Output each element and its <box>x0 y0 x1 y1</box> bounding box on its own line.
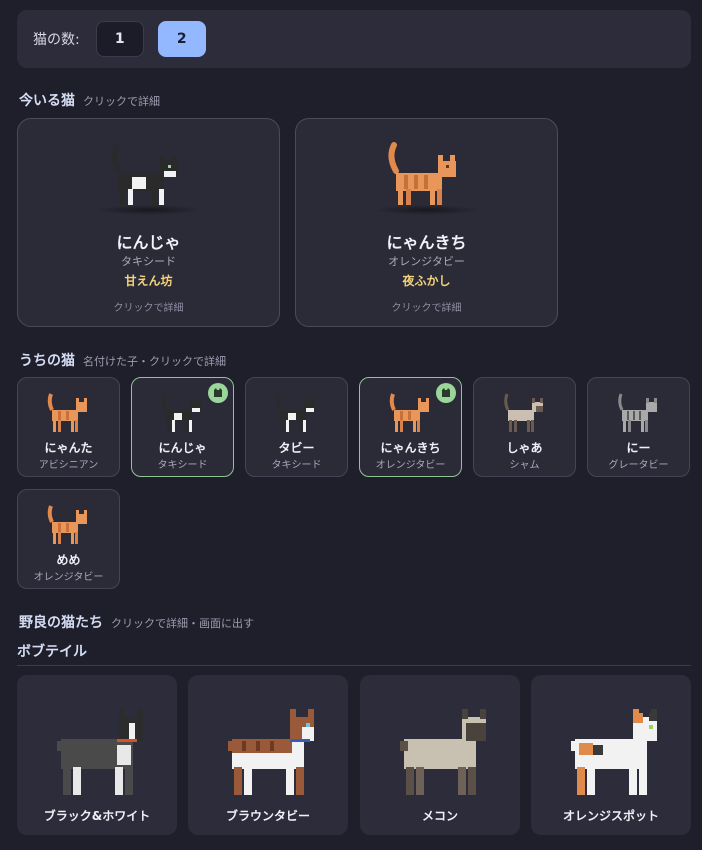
our-cat-name: にゃんた <box>44 441 93 455</box>
current-cat-name: にんじゃ <box>116 233 181 252</box>
current-cat-card[interactable]: にんじゃ タキシード 甘えん坊 クリックで詳細 <box>17 118 280 327</box>
divider <box>17 665 691 666</box>
cat-count-bar: 猫の数: 1 2 <box>17 10 691 68</box>
stray-cat-card[interactable]: オレンジスポット <box>531 675 691 835</box>
cat-sprite-icon <box>531 697 691 807</box>
our-cat-breed: グレータビー <box>608 460 669 471</box>
our-cat-breed: オレンジタビー <box>33 572 104 583</box>
cat-sprite-icon <box>18 502 119 548</box>
cat-sprite-icon <box>17 697 177 807</box>
current-cat-name: にゃんきち <box>386 233 467 252</box>
our-cat-card[interactable]: にー グレータビー <box>587 377 690 477</box>
cat-sprite-icon <box>246 390 347 436</box>
stray-cats-hint: クリックで詳細・画面に出す <box>111 617 254 630</box>
current-cat-trait: 甘えん坊 <box>124 274 173 288</box>
cat-sprite-icon <box>474 390 575 436</box>
cat-shadow <box>371 205 482 215</box>
our-cat-breed: タキシード <box>157 460 208 471</box>
current-cat-trait: 夜ふかし <box>402 274 451 288</box>
current-cat-hint: クリックで詳細 <box>391 303 462 314</box>
our-cat-name: タビー <box>278 441 315 455</box>
our-cat-breed: タキシード <box>271 460 322 471</box>
stray-cat-name: オレンジスポット <box>562 809 659 823</box>
current-cats-header: 今いる猫 クリックで詳細 <box>19 90 160 110</box>
cat-sprite-icon <box>132 390 233 436</box>
stray-cat-name: メコン <box>421 809 458 823</box>
our-cat-card[interactable]: めめ オレンジタビー <box>17 489 120 589</box>
our-cat-card[interactable]: タビー タキシード <box>245 377 348 477</box>
cat-sprite-icon <box>18 141 279 211</box>
our-cat-card[interactable]: しゃあ シャム <box>473 377 576 477</box>
stray-cats-title: 野良の猫たち <box>19 615 103 631</box>
cat-sprite-icon <box>18 390 119 436</box>
cat-count-2-button[interactable]: 2 <box>157 21 206 57</box>
our-cat-name: にー <box>626 441 651 455</box>
cat-sprite-icon <box>360 697 520 807</box>
cat-shadow <box>93 205 204 215</box>
our-cat-name: にゃんきち <box>380 441 441 455</box>
current-cat-card[interactable]: にゃんきち オレンジタビー 夜ふかし クリックで詳細 <box>295 118 558 327</box>
stray-cat-name: ブラック&ホワイト <box>43 809 151 823</box>
current-cat-breed: タキシード <box>121 255 176 268</box>
our-cat-card-active[interactable]: にんじゃ タキシード <box>131 377 234 477</box>
our-cats-header: うちの猫 名付けた子・クリックで詳細 <box>19 350 226 370</box>
cat-count-1-button[interactable]: 1 <box>95 21 144 57</box>
our-cat-name: しゃあ <box>506 441 543 455</box>
stray-cat-card[interactable]: ブラウンタビー <box>188 675 348 835</box>
current-cat-hint: クリックで詳細 <box>113 303 184 314</box>
stray-cat-card[interactable]: ブラック&ホワイト <box>17 675 177 835</box>
stray-cat-name: ブラウンタビー <box>225 809 310 823</box>
our-cats-hint: 名付けた子・クリックで詳細 <box>83 355 226 368</box>
our-cat-name: めめ <box>56 553 81 567</box>
stray-group-title: ボブテイル <box>17 644 87 660</box>
our-cat-breed: オレンジタビー <box>375 460 446 471</box>
cat-sprite-icon <box>296 141 557 211</box>
stray-cats-header: 野良の猫たち クリックで詳細・画面に出す <box>19 612 254 632</box>
our-cat-card[interactable]: にゃんた アビシニアン <box>17 377 120 477</box>
current-cats-title: 今いる猫 <box>19 93 75 109</box>
cat-sprite-icon <box>588 390 689 436</box>
current-cats-hint: クリックで詳細 <box>83 95 160 108</box>
our-cat-breed: シャム <box>509 460 540 471</box>
cat-count-label: 猫の数: <box>33 32 80 48</box>
cat-sprite-icon <box>188 697 348 807</box>
our-cat-card-active[interactable]: にゃんきち オレンジタビー <box>359 377 462 477</box>
current-cat-breed: オレンジタビー <box>388 255 465 268</box>
our-cats-title: うちの猫 <box>19 353 75 369</box>
cat-manager-panel: 猫の数: 1 2 今いる猫 クリックで詳細 にんじゃ タキシード 甘えん坊 クリ… <box>0 0 702 850</box>
cat-sprite-icon <box>360 390 461 436</box>
our-cat-breed: アビシニアン <box>38 460 99 471</box>
stray-cat-card[interactable]: メコン <box>360 675 520 835</box>
our-cat-name: にんじゃ <box>158 441 207 455</box>
